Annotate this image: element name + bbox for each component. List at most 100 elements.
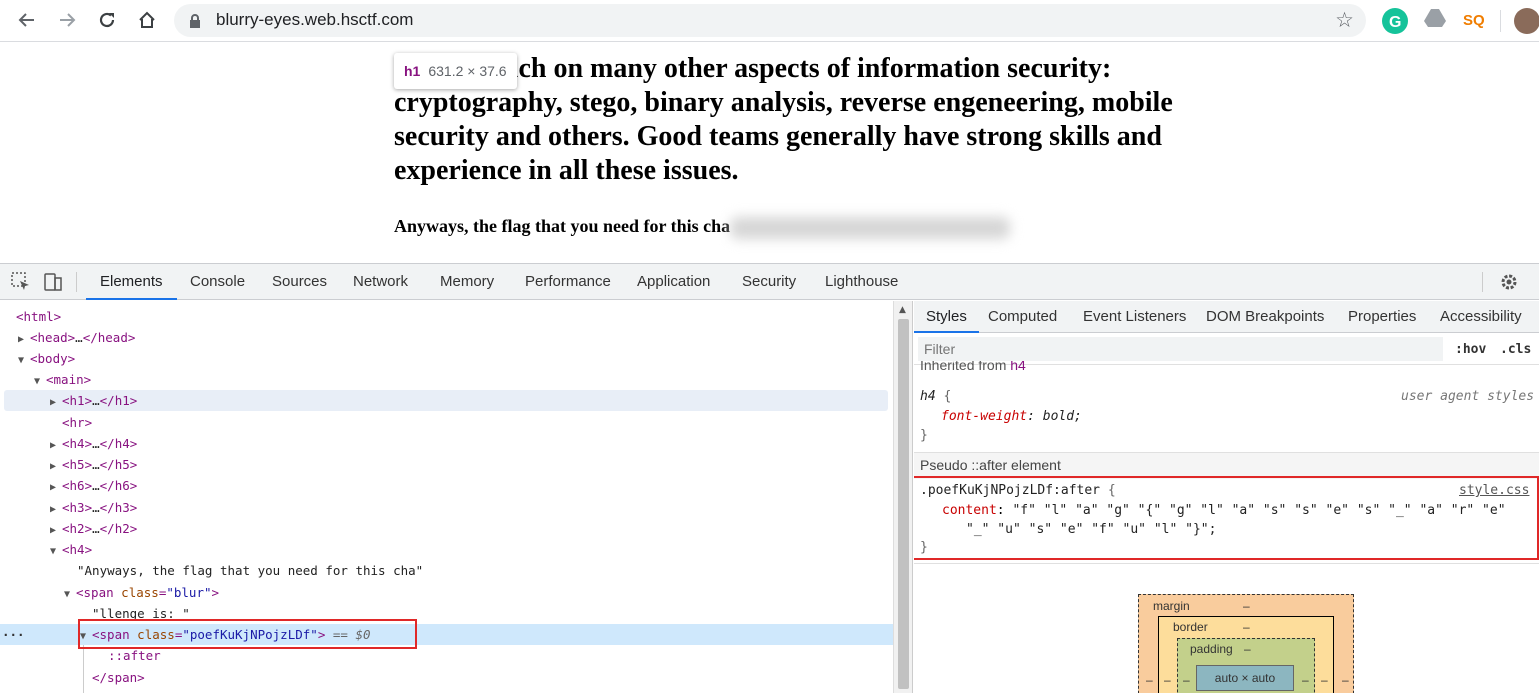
dom-node-main[interactable]: ▼ <main>	[34, 369, 91, 390]
rule-h4-declaration: font-weight: bold;	[941, 409, 1082, 424]
inspect-tooltip: h1 631.2 × 37.6	[394, 53, 517, 89]
expand-triangle-icon[interactable]: ▶	[50, 456, 62, 477]
devtools: Elements Console Sources Network Memory …	[0, 263, 1539, 693]
back-arrow-icon[interactable]	[12, 6, 42, 34]
style-css-link[interactable]: style.css	[1459, 483, 1529, 498]
collapse-triangle-icon[interactable]: ▼	[80, 626, 92, 647]
svg-text:G: G	[1389, 14, 1401, 31]
expand-triangle-icon[interactable]: ▶	[18, 329, 30, 350]
dom-node-h5[interactable]: ▶ <h5>…</h5>	[50, 454, 137, 475]
pseudo-after-header: Pseudo ::after element	[914, 453, 1539, 479]
home-icon[interactable]	[132, 6, 162, 34]
tab-performance[interactable]: Performance	[525, 264, 611, 300]
inherited-header: Inherited from h4	[920, 361, 1026, 371]
dom-node-hr[interactable]: <hr>	[62, 412, 92, 433]
expand-triangle-icon[interactable]: ▶	[50, 499, 62, 520]
url-text: blurry-eyes.web.hsctf.com	[216, 10, 414, 29]
dom-node-h2[interactable]: ▶ <h2>…</h2>	[50, 518, 137, 539]
dom-node-html[interactable]: <html>	[16, 306, 61, 327]
rule-h4-selector-line: h4 {	[920, 389, 952, 404]
lock-icon	[190, 14, 200, 28]
dom-node-span-blur[interactable]: ▼ <span class="blur">	[64, 582, 219, 603]
rule-pseudo-declaration-cont: "_" "u" "s" "e" "f" "u" "l" "}";	[966, 522, 1217, 537]
indent-guide	[83, 645, 84, 693]
dom-text-node-span[interactable]: "llenge is: "	[92, 603, 190, 624]
dom-node-after-pseudo[interactable]: ::after	[108, 645, 161, 666]
dom-node-head[interactable]: ▶ <head>…</head>	[18, 327, 135, 348]
expand-triangle-icon[interactable]: ▶	[50, 477, 62, 498]
toolbar-divider	[1500, 10, 1501, 32]
tab-memory[interactable]: Memory	[440, 264, 494, 300]
box-model-padding: padding – – – auto × auto	[1177, 638, 1315, 693]
expand-triangle-icon[interactable]: ▶	[50, 520, 62, 541]
collapse-triangle-icon[interactable]: ▼	[18, 350, 30, 371]
tab-console[interactable]: Console	[190, 264, 245, 300]
tab-sources[interactable]: Sources	[272, 264, 327, 300]
dom-node-h4-first[interactable]: ▶ <h4>…</h4>	[50, 433, 137, 454]
dom-node-h3[interactable]: ▶ <h3>…</h3>	[50, 497, 137, 518]
reload-icon[interactable]	[92, 6, 122, 34]
tabbar-divider	[76, 272, 77, 292]
tab-event-listeners[interactable]: Event Listeners	[1083, 301, 1186, 333]
styles-tab-bar: Styles Computed Event Listeners DOM Brea…	[914, 301, 1539, 333]
tab-dom-breakpoints[interactable]: DOM Breakpoints	[1206, 301, 1324, 333]
styles-panel: Styles Computed Event Listeners DOM Brea…	[914, 301, 1539, 693]
forward-arrow-icon[interactable]	[52, 6, 82, 34]
tab-accessibility[interactable]: Accessibility	[1440, 301, 1522, 333]
box-model-border: border – – – padding – – – auto × auto	[1158, 616, 1334, 693]
address-bar[interactable]: blurry-eyes.web.hsctf.com ☆	[174, 4, 1366, 37]
settings-divider	[1482, 272, 1483, 292]
inspect-element-icon[interactable]	[10, 271, 32, 293]
rule-pseudo-declaration: content: "f" "l" "a" "g" "{" "g" "l" "a"…	[942, 503, 1506, 518]
rule-h4-source: user agent styles	[1401, 389, 1535, 404]
hov-toggle[interactable]: :hov	[1455, 342, 1486, 357]
dom-tree: <html> ▶ <head>…</head> ▼ <body> ▼ <main> ▶…	[0, 301, 893, 693]
dom-scrollbar[interactable]: ▲	[893, 301, 913, 693]
dom-node-h1[interactable]: ▶ <h1>…</h1>	[4, 390, 888, 411]
rule-pseudo-selector-line: .poefKuKjNPojzLDf:after {	[920, 483, 1116, 498]
scrollbar-thumb[interactable]	[898, 319, 909, 689]
tab-elements[interactable]: Elements	[86, 264, 177, 300]
collapse-triangle-icon[interactable]: ▼	[64, 584, 76, 605]
profile-avatar[interactable]	[1514, 8, 1539, 34]
box-model-margin: margin – – – border – – – padding – – – …	[1138, 594, 1354, 693]
expand-triangle-icon[interactable]: ▶	[50, 435, 62, 456]
collapse-triangle-icon[interactable]: ▼	[34, 371, 46, 392]
styles-filter-input[interactable]	[918, 337, 1443, 361]
scroll-up-arrow-icon[interactable]: ▲	[899, 305, 906, 315]
tooltip-size: 631.2 × 37.6	[428, 63, 507, 79]
blurred-flag-text	[730, 216, 1011, 239]
dom-node-span-close[interactable]: </span>	[92, 667, 145, 688]
dom-text-node-h4[interactable]: "Anyways, the flag that you need for thi…	[77, 560, 423, 581]
tab-application[interactable]: Application	[637, 264, 710, 300]
dom-node-h4-open[interactable]: ▼ <h4>	[50, 539, 92, 560]
dom-node-body[interactable]: ▼ <body>	[18, 348, 75, 369]
grammarly-icon[interactable]: G	[1382, 8, 1408, 34]
expand-triangle-icon[interactable]: ▶	[50, 392, 62, 413]
bookmark-star-icon[interactable]: ☆	[1335, 8, 1354, 32]
svg-text:SQ: SQ	[1463, 12, 1485, 29]
page-content: s often touch on many other aspects of i…	[0, 43, 1539, 263]
tab-properties[interactable]: Properties	[1348, 301, 1416, 333]
rule-h4-close: }	[920, 428, 928, 443]
tab-styles[interactable]: Styles	[914, 301, 979, 333]
tab-lighthouse[interactable]: Lighthouse	[825, 264, 898, 300]
browser-toolbar: blurry-eyes.web.hsctf.com ☆ G SQ	[0, 0, 1539, 42]
settings-gear-icon[interactable]	[1498, 271, 1520, 293]
tab-computed[interactable]: Computed	[988, 301, 1057, 333]
cls-toggle[interactable]: .cls	[1500, 342, 1531, 357]
subheading-text: Anyways, the flag that you need for this…	[394, 216, 731, 236]
tab-network[interactable]: Network	[353, 264, 408, 300]
section-divider	[914, 563, 1539, 564]
dom-node-h6[interactable]: ▶ <h6>…</h6>	[50, 475, 137, 496]
more-options-icon[interactable]: ···	[2, 624, 25, 645]
tab-security[interactable]: Security	[742, 264, 796, 300]
rule-pseudo-close: }	[920, 540, 928, 555]
page-subheading: Anyways, the flag that you need for this…	[394, 216, 1011, 239]
tooltip-tag: h1	[404, 63, 421, 79]
dom-node-span-secret[interactable]: ··· ▼ <span class="poefKuKjNPojzLDf"> == …	[0, 624, 893, 645]
seoquake-icon[interactable]: SQ	[1462, 8, 1488, 34]
device-toolbar-icon[interactable]	[42, 271, 64, 293]
drive-icon[interactable]	[1424, 8, 1450, 34]
collapse-triangle-icon[interactable]: ▼	[50, 541, 62, 562]
